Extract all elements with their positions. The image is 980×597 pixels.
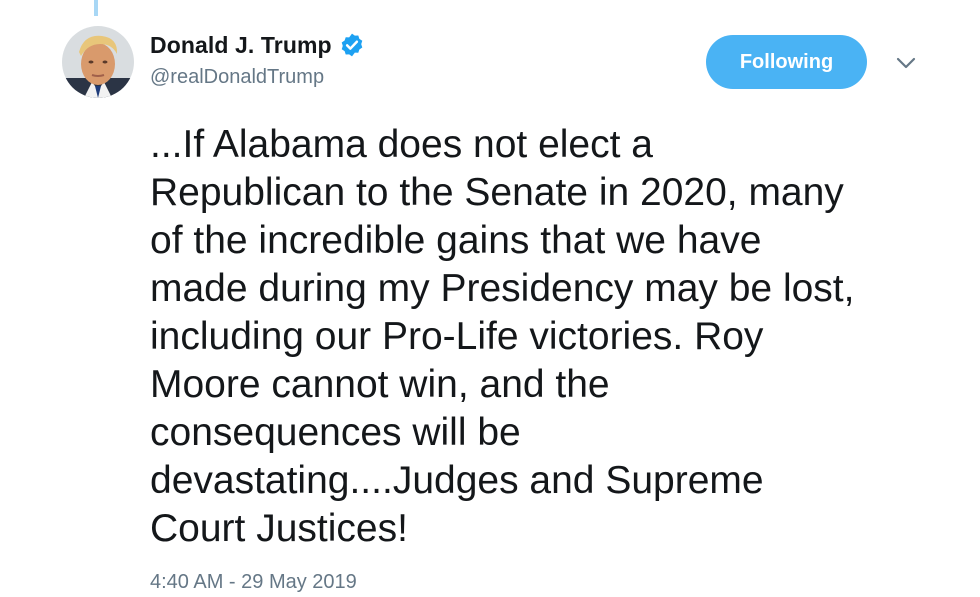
author-handle[interactable]: @realDonaldTrump [150,66,324,89]
tweet-text-line: devastating....Judges and Supreme [150,459,764,502]
tweet-text: ...If Alabama does not elect a Republica… [150,121,950,553]
tweet-text-line: consequences will be [150,411,521,454]
verified-badge-icon [339,32,365,58]
chevron-down-icon[interactable] [894,52,918,74]
thread-connector-line [94,0,98,16]
tweet-text-line: Moore cannot win, and the [150,363,610,406]
following-button[interactable]: Following [706,35,867,89]
tweet-text-line: of the incredible gains that we have [150,219,762,262]
author-name-row: Donald J. Trump [150,30,365,60]
tweet-text-line: including our Pro-Life victories. Roy [150,315,764,358]
tweet-text-line: made during my Presidency may be lost, [150,267,855,310]
avatar[interactable] [62,26,134,98]
tweet-timestamp[interactable]: 4:40 AM - 29 May 2019 [150,571,357,594]
author-display-name[interactable]: Donald J. Trump [150,32,332,59]
tweet-text-line: Republican to the Senate in 2020, many [150,171,844,214]
tweet-text-line: Court Justices! [150,507,408,550]
profile-photo-icon [62,26,134,98]
tweet-text-line: ...If Alabama does not elect a [150,123,653,166]
